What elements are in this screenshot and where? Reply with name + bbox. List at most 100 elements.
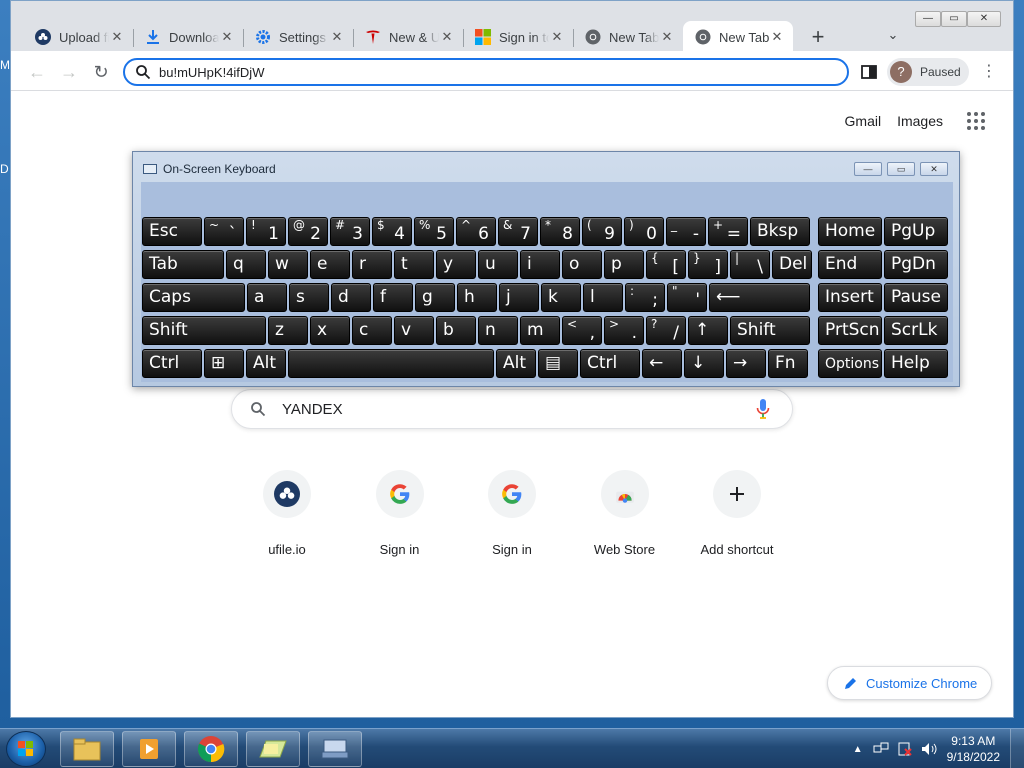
taskbar-on-screen-keyboard[interactable] [308,731,362,767]
forward-button[interactable]: → [57,60,81,84]
osk-key[interactable]: Options [818,349,882,378]
tab-tesla[interactable]: New & Used ✕ [353,21,463,53]
osk-key[interactable]: | \ [730,250,770,279]
osk-restore-button[interactable]: ▭ [887,162,915,176]
osk-key[interactable]: y [436,250,476,279]
shortcut-sign-in-2[interactable]: Sign in [456,462,568,574]
osk-key[interactable]: Tab [142,250,224,279]
osk-key[interactable]: End [818,250,882,279]
osk-key[interactable]: Fn [768,349,808,378]
osk-key[interactable]: ⊞ [204,349,244,378]
osk-key[interactable]: }] [688,250,728,279]
osk-key[interactable]: j [499,283,539,312]
osk-key[interactable]: Home [818,217,882,246]
osk-key[interactable]: " ' [667,283,707,312]
osk-key[interactable]: % 5 [414,217,454,246]
start-button[interactable] [6,731,46,767]
osk-key[interactable]: a [247,283,287,312]
osk-key[interactable]: _ - [666,217,706,246]
close-icon[interactable]: ✕ [329,29,345,45]
osk-key[interactable]: ⟵ [709,283,810,312]
new-tab-button[interactable]: + [805,25,831,51]
osk-key[interactable]: :; [625,283,665,312]
clock[interactable]: 9:13 AM 9/18/2022 [947,733,1000,765]
close-window-button[interactable]: ✕ [967,11,1001,27]
address-input[interactable] [159,64,759,80]
osk-key[interactable]: o [562,250,602,279]
omnibox[interactable] [123,58,849,86]
tab-settings[interactable]: Settings ✕ [243,21,353,53]
osk-key[interactable]: m [520,316,560,345]
back-button[interactable]: ← [25,60,49,84]
osk-key[interactable]: k [541,283,581,312]
action-center-icon[interactable] [897,742,913,756]
osk-key[interactable] [288,349,494,378]
shortcut-web-store[interactable]: Web Store [569,462,681,574]
osk-key[interactable]: PgDn [884,250,948,279]
osk-key[interactable]: d [331,283,371,312]
show-desktop-button[interactable] [1010,729,1024,768]
images-link[interactable]: Images [897,113,943,129]
shortcut-sign-in[interactable]: Sign in [344,462,456,574]
osk-key[interactable]: <, [562,316,602,345]
taskbar-media-player[interactable] [122,731,176,767]
osk-key[interactable]: ↑ [688,316,728,345]
close-icon[interactable]: ✕ [439,29,455,45]
osk-key[interactable]: Alt [496,349,536,378]
osk-key[interactable]: ? / [646,316,686,345]
osk-key[interactable]: Ctrl [142,349,202,378]
tab-search-button[interactable]: ⌄ [881,27,905,49]
osk-key[interactable]: Caps [142,283,245,312]
osk-key[interactable]: → [726,349,766,378]
maximize-button[interactable]: ▭ [941,11,967,27]
osk-key[interactable]: Help [884,349,948,378]
osk-key[interactable]: PgUp [884,217,948,246]
osk-key[interactable]: e [310,250,350,279]
apps-grid-icon[interactable] [967,112,985,130]
osk-key[interactable]: Bksp [750,217,810,246]
profile-button[interactable]: ? Paused [887,58,969,86]
osk-key[interactable]: ScrLk [884,316,948,345]
close-icon[interactable]: ✕ [219,29,235,45]
osk-key[interactable]: Pause [884,283,948,312]
osk-key[interactable]: #3 [330,217,370,246]
gmail-link[interactable]: Gmail [845,113,882,129]
osk-key[interactable]: ^ 6 [456,217,496,246]
osk-minimize-button[interactable]: — [854,162,882,176]
tab-upload[interactable]: Upload files ✕ [23,21,133,53]
osk-key[interactable]: t [394,250,434,279]
close-icon[interactable]: ✕ [659,29,675,45]
osk-key[interactable]: x [310,316,350,345]
osk-key[interactable]: ) 0 [624,217,664,246]
chrome-menu-button[interactable]: ⋮ [981,62,997,82]
minimize-button[interactable]: — [915,11,941,27]
osk-key[interactable]: s [289,283,329,312]
shortcut-ufile[interactable]: ufile.io [231,462,343,574]
osk-key[interactable]: ▤ [538,349,578,378]
osk-key[interactable]: (9 [582,217,622,246]
close-icon[interactable]: ✕ [109,29,125,45]
osk-key[interactable]: Alt [246,349,286,378]
osk-key[interactable]: n [478,316,518,345]
osk-key[interactable]: Del [772,250,812,279]
osk-key[interactable]: Shift [730,316,810,345]
reload-button[interactable]: ↻ [89,60,113,84]
add-shortcut-button[interactable]: Add shortcut [681,462,793,574]
osk-key[interactable]: * 8 [540,217,580,246]
taskbar-folder[interactable] [246,731,300,767]
osk-key[interactable]: z [268,316,308,345]
osk-key[interactable]: ← [642,349,682,378]
osk-key[interactable]: Insert [818,283,882,312]
taskbar-chrome[interactable] [184,731,238,767]
tab-sign-in[interactable]: Sign in to ✕ [463,21,573,53]
taskbar-explorer[interactable] [60,731,114,767]
osk-key[interactable]: g [415,283,455,312]
osk-key[interactable]: + = [708,217,748,246]
osk-key[interactable]: ! 1 [246,217,286,246]
osk-key[interactable]: Shift [142,316,266,345]
ntp-search-box[interactable]: YANDEX [231,389,793,429]
volume-icon[interactable] [921,742,937,756]
customize-chrome-button[interactable]: Customize Chrome [827,666,992,700]
osk-key[interactable]: c [352,316,392,345]
osk-key[interactable]: h [457,283,497,312]
